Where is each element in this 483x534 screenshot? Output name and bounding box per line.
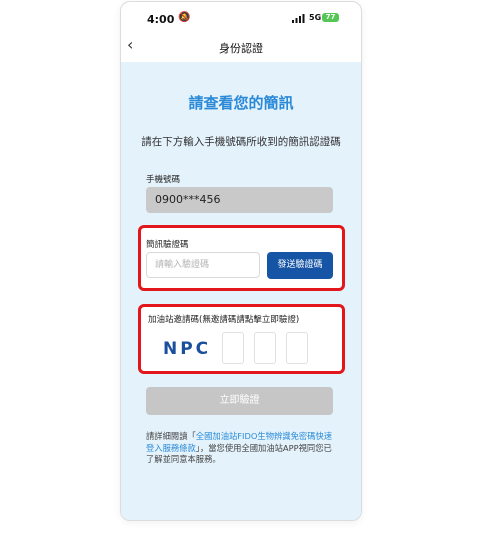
sms-code-input[interactable] [146,252,260,278]
status-time: 4:00 [147,13,175,26]
invite-code-label: 加油站邀請碼(無邀請碼請點擊立即驗證) [148,315,300,325]
battery-icon: 77 [322,13,339,22]
status-bar: 4:00 🔕 5G 77 [121,2,361,30]
headline: 請查看您的簡訊 [188,94,294,112]
terms-note-prefix: 請詳細閱讀「 [146,431,196,441]
page-title: 身份認證 [219,42,263,55]
sms-code-label: 簡訊驗證碼 [146,240,189,250]
phone-field: 0900***456 [146,187,333,213]
phone-label: 手機號碼 [146,175,181,185]
terms-note: 請詳細閱讀「全國加油站FIDO生物辨識免密碼快速登入服務條款」，當您使用全國加油… [146,431,336,466]
bell-muted-icon: 🔕 [178,12,191,23]
invite-code-prefix: NPC [163,339,212,359]
send-code-button[interactable]: 發送驗證碼 [267,252,333,279]
phone-frame: 4:00 🔕 5G 77 ‹ 身份認證 請查看您的簡訊 請在下方輸入手機號碼所收… [120,1,362,521]
description: 請在下方輸入手機號碼所收到的簡訊認證碼 [141,136,341,148]
signal-icon [292,14,305,23]
nav-bar: ‹ 身份認證 [121,30,361,62]
verify-now-button[interactable]: 立即驗證 [146,387,333,415]
invite-code-box[interactable] [286,332,308,364]
network-type: 5G [309,13,322,22]
invite-code-box[interactable] [222,332,244,364]
invite-code-box[interactable] [254,332,276,364]
main-content: 請查看您的簡訊 請在下方輸入手機號碼所收到的簡訊認證碼 手機號碼 0900***… [121,62,361,520]
